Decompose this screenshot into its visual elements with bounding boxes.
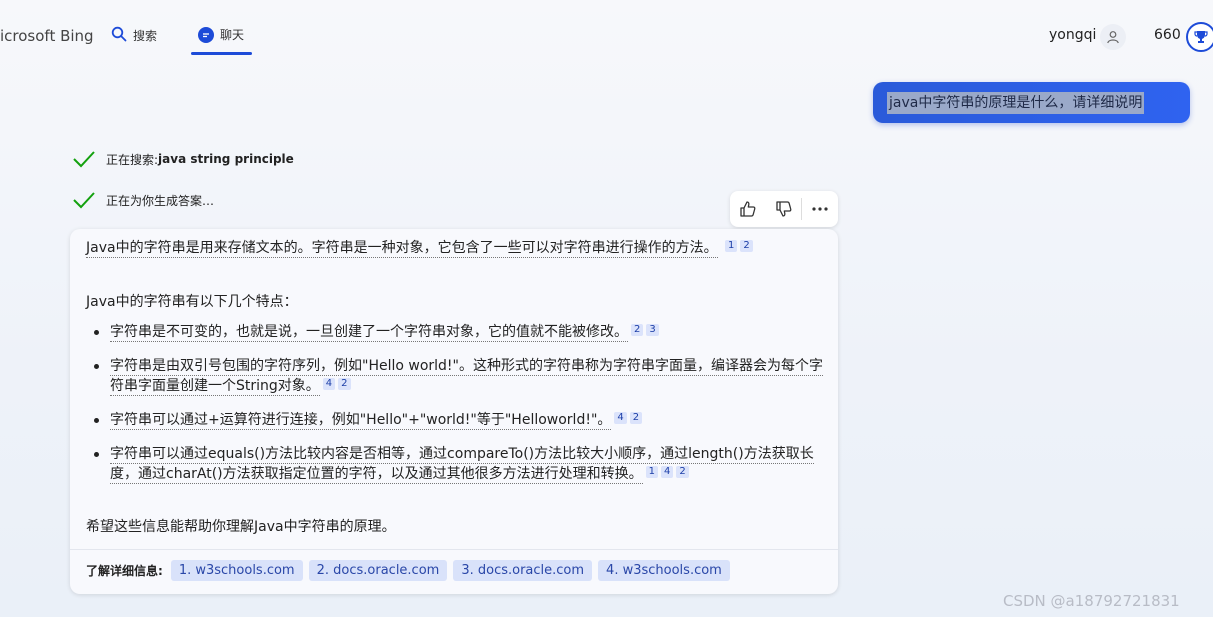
- list-item-text: 字符串是不可变的，也就是说，一旦创建了一个字符串对象，它的值就不能被修改。: [110, 324, 628, 342]
- citation-link[interactable]: 4: [661, 466, 674, 478]
- learn-more-row: 了解详细信息: 1. w3schools.com 2. docs.oracle.…: [86, 560, 730, 581]
- features-heading: Java中的字符串有以下几个特点：: [86, 294, 298, 310]
- chat-icon: [198, 26, 214, 43]
- source-link[interactable]: 4. w3schools.com: [598, 560, 730, 581]
- more-options-button[interactable]: [802, 191, 838, 227]
- thumbs-up-icon: [740, 201, 756, 217]
- citation-link[interactable]: 2: [676, 466, 689, 478]
- citation-link[interactable]: 1: [725, 240, 738, 252]
- citation-link[interactable]: 2: [740, 240, 753, 252]
- dislike-button[interactable]: [766, 191, 802, 227]
- user-message-text: java中字符串的原理是什么，请详细说明: [887, 91, 1145, 114]
- more-icon: [812, 207, 828, 211]
- tab-search-label: 搜索: [133, 29, 158, 43]
- citation-link[interactable]: 1: [645, 466, 659, 478]
- progress-generating-text: 正在为你生成答案…: [106, 193, 215, 208]
- answer-closing: 希望这些信息能帮助你理解Java中字符串的原理。: [86, 519, 396, 535]
- search-query[interactable]: java string principle: [158, 152, 294, 166]
- answer-intro: Java中的字符串是用来存储文本的。字符串是一种对象，它包含了一些可以对字符串进…: [86, 238, 826, 258]
- check-icon: [73, 192, 95, 209]
- user-name[interactable]: yongqi: [1049, 27, 1096, 43]
- brand-logo-text[interactable]: icrosoft Bing: [0, 27, 94, 45]
- search-icon: [111, 26, 127, 45]
- rewards-points[interactable]: 660: [1154, 27, 1181, 43]
- citation-link[interactable]: 4: [322, 378, 336, 390]
- tab-chat-label: 聊天: [220, 28, 245, 42]
- progress-generating: 正在为你生成答案…: [72, 190, 214, 210]
- source-link[interactable]: 1. w3schools.com: [170, 560, 303, 581]
- watermark: CSDN @a18792721831: [1003, 592, 1180, 610]
- answer-card: Java中的字符串是用来存储文本的。字符串是一种对象，它包含了一些可以对字符串进…: [70, 229, 838, 594]
- list-item: 字符串是由双引号包围的字符序列，例如"Hello world!"。这种形式的字符…: [86, 356, 826, 396]
- list-item-text: 字符串是由双引号包围的字符序列，例如"Hello world!"。这种形式的字符…: [110, 358, 823, 396]
- like-button[interactable]: [730, 191, 766, 227]
- list-item: 字符串可以通过equals()方法比较内容是否相等，通过compareTo()方…: [86, 444, 826, 484]
- user-icon: [1107, 31, 1119, 44]
- avatar[interactable]: [1100, 24, 1126, 50]
- progress-searching: 正在搜索: java string principle: [72, 149, 294, 169]
- list-item: 字符串是不可变的，也就是说，一旦创建了一个字符串对象，它的值就不能被修改。 2 3: [86, 322, 826, 342]
- user-message-bubble: java中字符串的原理是什么，请详细说明: [873, 82, 1190, 123]
- card-divider: [70, 549, 838, 550]
- answer-intro-text: Java中的字符串是用来存储文本的。字符串是一种对象，它包含了一些可以对字符串进…: [86, 240, 718, 258]
- thumbs-down-icon: [775, 201, 791, 217]
- progress-searching-prefix: 正在搜索:: [106, 152, 159, 167]
- tab-chat[interactable]: 聊天: [198, 26, 244, 43]
- list-item: 字符串可以通过+运算符进行连接，例如"Hello"+"world!"等于"Hel…: [86, 410, 826, 430]
- tab-search[interactable]: 搜索: [111, 26, 157, 45]
- list-item-text: 字符串可以通过+运算符进行连接，例如"Hello"+"world!"等于"Hel…: [110, 412, 612, 430]
- citation-link[interactable]: 2: [338, 378, 351, 390]
- learn-more-label: 了解详细信息:: [86, 564, 163, 578]
- list-item-text: 字符串可以通过equals()方法比较内容是否相等，通过compareTo()方…: [110, 446, 814, 484]
- source-link[interactable]: 2. docs.oracle.com: [308, 560, 448, 581]
- check-icon: [73, 151, 95, 168]
- rewards-trophy-icon[interactable]: [1186, 22, 1213, 52]
- message-actions-toolbar: [730, 191, 838, 227]
- citation-link[interactable]: 4: [614, 412, 627, 424]
- citation-link[interactable]: 2: [631, 324, 644, 336]
- citation-link[interactable]: 3: [646, 324, 659, 336]
- active-tab-indicator: [191, 52, 252, 55]
- citation-link[interactable]: 2: [629, 412, 643, 424]
- source-link[interactable]: 3. docs.oracle.com: [453, 560, 593, 581]
- features-list: 字符串是不可变的，也就是说，一旦创建了一个字符串对象，它的值就不能被修改。 2 3 …: [86, 322, 826, 498]
